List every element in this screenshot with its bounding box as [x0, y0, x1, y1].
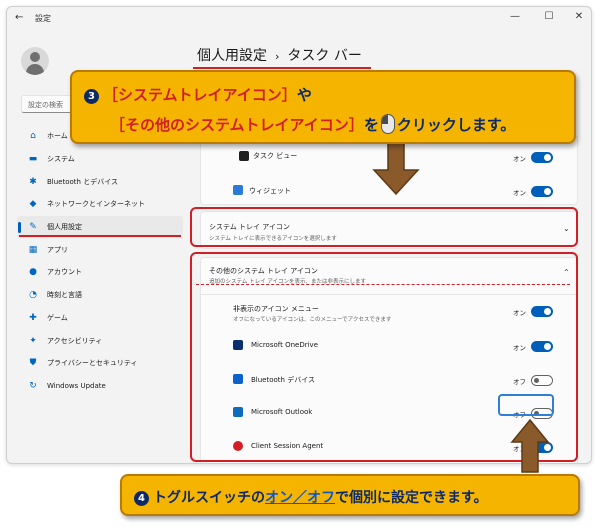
sidebar-item-label: プライバシーとセキュリティ — [47, 359, 138, 368]
maximize-button[interactable]: ☐ — [543, 11, 555, 22]
sidebar-item-label: ゲーム — [47, 313, 68, 322]
callout-top-tail1: や — [296, 86, 312, 104]
sidebar-item-label: システム — [47, 155, 75, 164]
sidebar-item-label: Bluetooth とデバイス — [47, 177, 118, 186]
callout-top-red2: ［その他のシステムトレイアイコン］ — [110, 116, 364, 134]
wifi-icon: ◆ — [29, 199, 37, 210]
outlook-toggle-highlight — [498, 394, 554, 416]
sidebar-item-bluetooth[interactable]: ✱ Bluetooth とデバイス — [17, 170, 183, 193]
system-tray-highlight — [190, 207, 578, 247]
task-view-toggle[interactable] — [531, 152, 553, 163]
breadcrumb-annotation — [193, 67, 371, 69]
sidebar-item-label: アプリ — [47, 245, 68, 254]
gamepad-icon: ✚ — [29, 312, 37, 323]
clock-icon: ◔ — [29, 290, 37, 301]
step-number-badge: 4 — [134, 491, 149, 506]
page-title: タスク バー — [287, 48, 362, 64]
sidebar-item-windows-update[interactable]: ↻ Windows Update — [17, 375, 183, 398]
sidebar-item-system[interactable]: ▬ システム — [17, 148, 183, 171]
home-icon: ⌂ — [30, 131, 36, 142]
callout-top-line2: ［その他のシステムトレイアイコン］を クリックします。 — [110, 114, 515, 135]
user-avatar[interactable] — [21, 47, 49, 75]
selected-nav-annotation — [19, 235, 181, 237]
shield-icon: ⛊ — [29, 358, 37, 369]
back-arrow-icon[interactable]: ← — [15, 12, 23, 23]
task-view-icon — [239, 151, 249, 161]
bluetooth-icon: ✱ — [29, 176, 37, 187]
callout-top-line1: 3 ［システムトレイアイコン］や — [84, 84, 312, 105]
instruction-callout-bottom: 4 トグルスイッチのオン／オフで個別に設定できます。 — [120, 474, 580, 516]
minimize-button[interactable]: — — [509, 11, 521, 22]
callout-top-red1: ［システムトレイアイコン］ — [103, 86, 297, 104]
callout-bottom-slash: ／ — [293, 490, 307, 506]
sidebar-item-time-language[interactable]: ◔ 時刻と言語 — [17, 284, 183, 307]
sidebar-nav: ⌂ ホーム ▬ システム ✱ Bluetooth とデバイス ◆ ネットワークと… — [17, 125, 183, 397]
breadcrumb: 個人用設定 › タスク バー — [197, 45, 362, 65]
step-number-badge: 3 — [84, 89, 99, 104]
callout-bottom-on: オン — [265, 490, 293, 506]
breadcrumb-parent[interactable]: 個人用設定 — [197, 48, 267, 64]
sidebar-item-gaming[interactable]: ✚ ゲーム — [17, 307, 183, 330]
close-button[interactable]: ✕ — [573, 11, 585, 22]
sidebar-item-label: アカウント — [47, 268, 82, 277]
sidebar-item-network[interactable]: ◆ ネットワークとインターネット — [17, 193, 183, 216]
sidebar-item-label: アクセシビリティ — [47, 336, 103, 345]
update-icon: ↻ — [29, 380, 37, 391]
sidebar-item-label: ホーム — [47, 132, 68, 141]
widgets-state: オン — [513, 189, 526, 197]
monitor-icon: ▬ — [28, 154, 38, 165]
other-tray-divider-annotation — [196, 284, 570, 285]
callout-bottom-post: で個別に設定できます。 — [335, 490, 488, 506]
sidebar-item-label: 時刻と言語 — [47, 291, 82, 300]
instruction-callout-top: 3 ［システムトレイアイコン］や ［その他のシステムトレイアイコン］を クリックしま… — [70, 70, 576, 144]
callout-bottom-text: 4 トグルスイッチのオン／オフで個別に設定できます。 — [134, 487, 488, 507]
mouse-left-click-icon — [380, 114, 395, 134]
sidebar-item-accessibility[interactable]: ✦ アクセシビリティ — [17, 329, 183, 352]
up-arrow-annotation — [510, 418, 550, 473]
task-view-state: オン — [513, 155, 526, 163]
brush-icon: ✎ — [29, 222, 37, 233]
callout-bottom-off: オフ — [307, 490, 335, 506]
callout-top-mid: を — [363, 116, 379, 134]
widgets-toggle[interactable] — [531, 186, 553, 197]
widgets-icon — [233, 185, 243, 195]
sidebar-item-label: ネットワークとインターネット — [47, 200, 145, 209]
sidebar-item-apps[interactable]: ▦ アプリ — [17, 238, 183, 261]
down-arrow-annotation — [372, 141, 420, 196]
title-bar: ← 設定 — ☐ ✕ — [7, 7, 591, 29]
widgets-label: ウィジェット — [249, 187, 291, 195]
apps-icon: ▦ — [28, 244, 38, 255]
app-title: 設定 — [35, 14, 51, 23]
task-view-label: タスク ビュー — [253, 152, 298, 160]
breadcrumb-separator: › — [275, 50, 280, 63]
search-placeholder: 設定の検索 — [28, 101, 63, 109]
sidebar-item-label: 個人用設定 — [47, 223, 82, 232]
callout-top-tail2: クリックします。 — [396, 116, 516, 134]
callout-bottom-pre: トグルスイッチの — [153, 490, 265, 506]
accessibility-icon: ✦ — [29, 335, 37, 346]
account-icon: ● — [29, 267, 37, 278]
sidebar-item-privacy[interactable]: ⛊ プライバシーとセキュリティ — [17, 352, 183, 375]
sidebar-item-accounts[interactable]: ● アカウント — [17, 261, 183, 284]
sidebar-item-label: Windows Update — [47, 381, 106, 390]
